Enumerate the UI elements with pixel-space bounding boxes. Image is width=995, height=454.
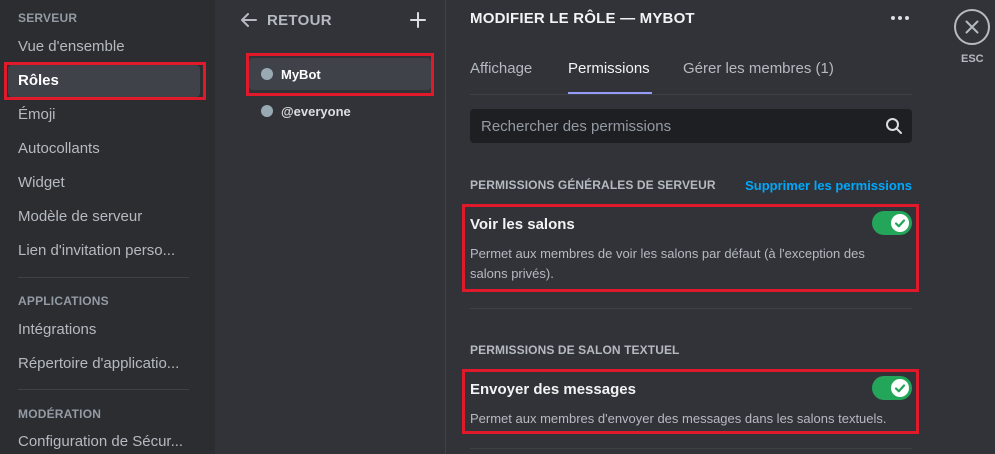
- close-button[interactable]: [954, 9, 990, 45]
- section-header-moderation: MODÉRATION: [18, 407, 102, 421]
- role-name: @everyone: [281, 103, 351, 119]
- tab-permissions[interactable]: Permissions: [568, 60, 650, 77]
- section-divider: [470, 308, 912, 309]
- sidebar-item-app-directory[interactable]: Répertoire d'applicatio...: [8, 348, 200, 380]
- sidebar-item-overview[interactable]: Vue d'ensemble: [8, 31, 200, 63]
- tab-display[interactable]: Affichage: [470, 60, 532, 77]
- role-color-dot: [261, 105, 273, 117]
- back-button[interactable]: RETOUR: [239, 10, 332, 30]
- highlight-send-messages: [462, 369, 919, 434]
- sidebar-item-emoji[interactable]: Émoji: [8, 99, 200, 131]
- page-title: MODIFIER LE RÔLE — MYBOT: [470, 10, 695, 27]
- sidebar-item-stickers[interactable]: Autocollants: [8, 133, 200, 165]
- group-header-general: PERMISSIONS GÉNÉRALES DE SERVEUR: [470, 178, 716, 192]
- tabs-divider: [470, 94, 912, 95]
- search-icon: [886, 118, 902, 134]
- highlight-roles: [4, 62, 206, 100]
- create-role-plus-icon[interactable]: [408, 10, 428, 30]
- active-tab-indicator: [568, 92, 652, 94]
- clear-permissions-link[interactable]: Supprimer les permissions: [745, 178, 912, 193]
- sidebar-item-server-template[interactable]: Modèle de serveur: [8, 201, 200, 233]
- highlight-role-mybot: [246, 53, 434, 96]
- section-header-server: SERVEUR: [18, 11, 78, 25]
- arrow-left-icon: [241, 13, 257, 27]
- back-label: RETOUR: [267, 11, 332, 29]
- close-icon: [965, 20, 979, 34]
- sidebar-item-integrations[interactable]: Intégrations: [8, 314, 200, 346]
- sidebar-divider: [18, 277, 189, 278]
- sidebar-divider: [18, 389, 189, 390]
- section-header-applications: APPLICATIONS: [18, 294, 109, 308]
- highlight-view-channels: [462, 204, 919, 292]
- permission-search-input[interactable]: Rechercher des permissions: [470, 109, 912, 143]
- tab-manage-members[interactable]: Gérer les membres (1): [683, 60, 834, 77]
- section-divider: [470, 448, 912, 449]
- sidebar-item-vanity-url[interactable]: Lien d'invitation perso...: [8, 235, 200, 267]
- group-header-text-channel: PERMISSIONS DE SALON TEXTUEL: [470, 343, 680, 357]
- search-placeholder: Rechercher des permissions: [481, 118, 672, 135]
- esc-label: ESC: [961, 53, 984, 65]
- more-options-icon[interactable]: [887, 8, 913, 28]
- role-item-everyone[interactable]: @everyone: [249, 95, 431, 127]
- sidebar-item-safety-setup[interactable]: Configuration de Sécur...: [8, 426, 200, 454]
- sidebar-item-widget[interactable]: Widget: [8, 167, 200, 199]
